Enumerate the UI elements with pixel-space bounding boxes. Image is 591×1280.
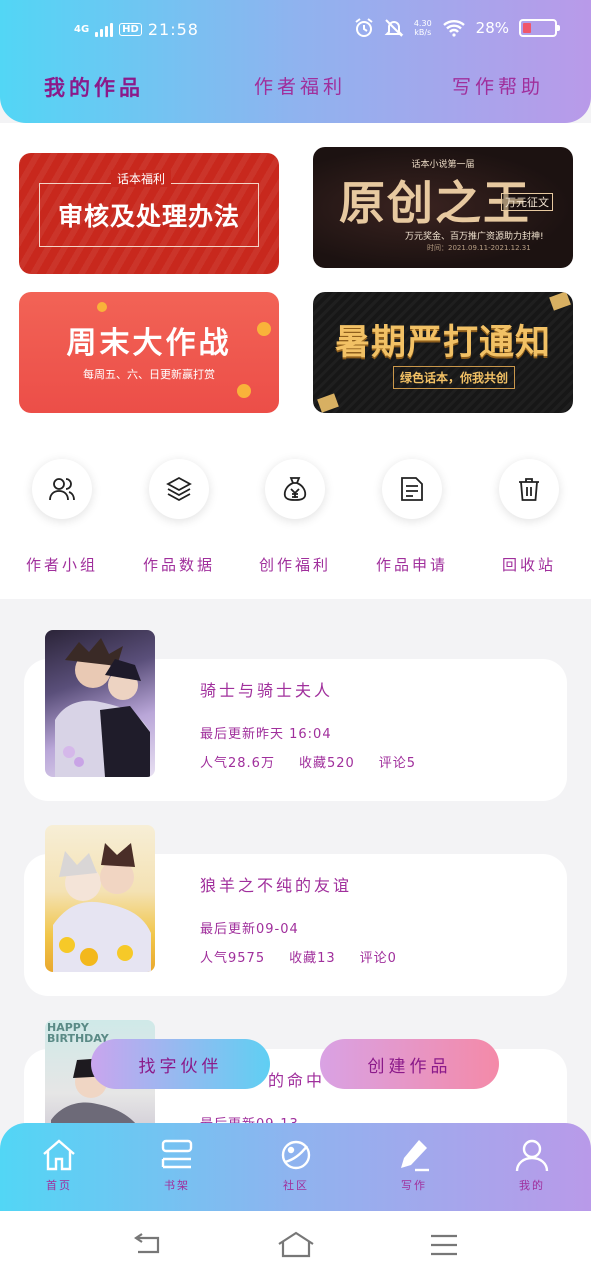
coin-icon	[97, 302, 107, 312]
work-stats: 人气9575 收藏13 评论0	[200, 947, 421, 966]
network-speed: 4.30 kB/s	[413, 19, 432, 37]
banner-badge: 万元征文	[501, 193, 553, 211]
work-favorites: 收藏520	[298, 756, 355, 771]
document-icon[interactable]	[382, 459, 442, 519]
quick-label-author-group[interactable]: 作者小组	[7, 554, 117, 575]
tab-label: 首页	[46, 1179, 72, 1192]
money-bag-icon[interactable]	[265, 459, 325, 519]
status-bar: 4G HD 21:58 4.30 kB/s 28%	[0, 18, 591, 46]
tab-writing-help[interactable]: 写作帮助	[452, 72, 544, 99]
banner-weekend-battle[interactable]: 周末大作战 每周五、六、日更新赢打赏	[19, 292, 279, 413]
create-work-button[interactable]: 创建作品	[320, 1039, 499, 1089]
work-title[interactable]: 骑士与骑士夫人	[200, 677, 333, 701]
tab-community[interactable]: 社区	[256, 1137, 336, 1207]
work-updated: 最后更新09-04	[200, 922, 299, 937]
mute-icon	[384, 19, 404, 37]
back-icon[interactable]	[130, 1230, 164, 1260]
tab-label: 书架	[164, 1179, 190, 1192]
coin-icon	[237, 384, 251, 398]
alarm-icon	[355, 18, 373, 37]
work-comments: 评论5	[378, 756, 417, 771]
tab-label: 我的	[519, 1179, 545, 1192]
banner-date: 时间：2021.09.11-2021.12.31	[427, 244, 531, 252]
quick-label-work-application[interactable]: 作品申请	[357, 554, 467, 575]
battery-percent: 28%	[475, 19, 509, 37]
tab-label: 社区	[283, 1179, 309, 1192]
gold-shape-icon	[549, 292, 571, 311]
work-cover[interactable]	[45, 630, 155, 777]
menu-icon[interactable]	[428, 1230, 460, 1260]
header: 4G HD 21:58 4.30 kB/s 28% 我的作品 作者福利 写作帮助	[0, 0, 591, 123]
banner-title: 周末大作战	[66, 326, 232, 361]
tab-label: 写作	[401, 1179, 427, 1192]
work-comments: 评论0	[359, 951, 397, 966]
wifi-icon	[442, 20, 465, 37]
tab-writing[interactable]: 写作	[374, 1137, 454, 1207]
find-partner-button[interactable]: 找字伙伴	[91, 1039, 270, 1089]
tab-author-benefits[interactable]: 作者福利	[254, 72, 346, 99]
work-popularity: 人气9575	[200, 951, 266, 966]
banner-title: 审核及处理办法	[57, 202, 240, 231]
bottom-tab-bar: 首页 书架 社区 写作 我的	[0, 1123, 591, 1211]
trash-icon[interactable]	[499, 459, 559, 519]
home-icon	[43, 1139, 75, 1171]
system-navigation-bar	[0, 1211, 591, 1280]
pen-icon	[401, 1140, 429, 1172]
work-title[interactable]: 的命中	[268, 1067, 325, 1091]
gold-shape-icon	[317, 393, 339, 413]
banner-tag: 话本福利	[111, 170, 172, 187]
work-title[interactable]: 狼羊之不纯的友谊	[200, 872, 352, 896]
tab-bookshelf[interactable]: 书架	[137, 1137, 217, 1207]
layers-icon[interactable]	[149, 459, 209, 519]
quick-label-work-data[interactable]: 作品数据	[124, 554, 234, 575]
banner-subtitle: 每周五、六、日更新赢打赏	[83, 368, 215, 381]
content-panel: 话本福利 审核及处理办法 话本小说第一届 原创之王 万元征文 万元奖金、百万推广…	[0, 123, 591, 599]
banner-original-king[interactable]: 话本小说第一届 原创之王 万元征文 万元奖金、百万推广资源助力封神! 时间：20…	[313, 147, 573, 268]
signal-icon	[95, 22, 114, 37]
banner-title: 暑期严打通知	[334, 323, 551, 363]
banner-subtitle: 绿色话本，你我共创	[393, 366, 516, 389]
tab-home[interactable]: 首页	[19, 1137, 99, 1207]
banner-subtitle: 万元奖金、百万推广资源助力封神!	[405, 232, 544, 242]
home-nav-icon[interactable]	[276, 1230, 316, 1260]
work-stats: 人气28.6万 收藏520 评论5	[200, 752, 440, 771]
user-icon	[515, 1139, 549, 1172]
work-cover[interactable]	[45, 825, 155, 972]
tab-my-works[interactable]: 我的作品	[44, 72, 144, 102]
quick-label-creation-benefits[interactable]: 创作福利	[240, 554, 350, 575]
work-favorites: 收藏13	[289, 951, 336, 966]
network-type: 4G	[74, 23, 90, 35]
people-icon[interactable]	[32, 459, 92, 519]
battery-icon	[519, 19, 560, 37]
hd-badge: HD	[119, 23, 142, 36]
work-updated: 最后更新昨天 16:04	[200, 727, 332, 742]
planet-icon	[281, 1140, 311, 1170]
work-popularity: 人气28.6万	[200, 756, 275, 771]
banner-review-rules[interactable]: 话本福利 审核及处理办法	[19, 153, 279, 274]
clock: 21:58	[147, 20, 199, 39]
tab-me[interactable]: 我的	[492, 1137, 572, 1207]
bookshelf-icon	[161, 1139, 193, 1169]
banner-summer-notice[interactable]: 暑期严打通知 绿色话本，你我共创	[313, 292, 573, 413]
quick-label-recycle-bin[interactable]: 回收站	[474, 554, 584, 575]
